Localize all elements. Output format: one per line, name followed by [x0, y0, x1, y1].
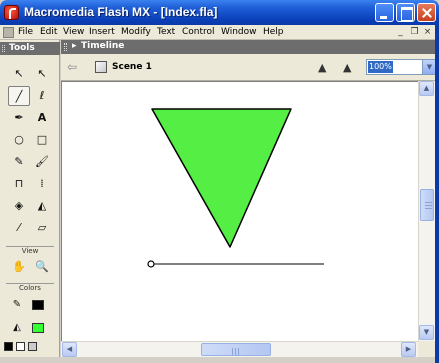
stroke-color-swatch[interactable] — [32, 300, 44, 310]
zoom-tool[interactable]: 🔍 — [31, 257, 53, 277]
scroll-down-button[interactable]: ▼ — [419, 325, 434, 340]
tools-panel: Tools ↖ ↖ ╱ ℓ ✒ A ○ □ ✎ 🖌 ⊓ ⁞ ◈ ◭ ⁄ ▱ Vi… — [0, 40, 60, 363]
menu-modify[interactable]: Modify — [121, 27, 151, 37]
document-icon[interactable] — [3, 27, 14, 38]
expand-arrow-icon[interactable]: ▸ — [72, 41, 77, 51]
pen-tool[interactable]: ✒ — [8, 108, 30, 128]
menu-file[interactable]: File — [18, 27, 33, 37]
doc-minimize-button[interactable]: _ — [396, 27, 405, 37]
doc-close-button[interactable]: × — [423, 27, 432, 37]
scroll-left-button[interactable]: ◀ — [62, 342, 77, 357]
vertical-scroll-thumb[interactable] — [420, 189, 434, 221]
flash-app-icon[interactable] — [4, 5, 19, 20]
stage-canvas[interactable] — [62, 82, 418, 341]
text-tool[interactable]: A — [31, 108, 53, 128]
lasso-tool[interactable]: ℓ — [31, 86, 53, 106]
timeline-panel-header[interactable]: ▸ Timeline — [61, 40, 439, 54]
grip-line — [235, 348, 236, 355]
stage[interactable] — [61, 81, 418, 341]
rectangle-tool[interactable]: □ — [31, 130, 53, 150]
scrollbar-corner — [418, 341, 435, 357]
menu-view[interactable]: View — [63, 27, 84, 37]
menu-window[interactable]: Window — [221, 27, 257, 37]
swap-colors-icon[interactable] — [28, 342, 37, 351]
fill-color-swatch[interactable] — [32, 323, 44, 333]
grip-line — [425, 202, 432, 203]
menu-edit[interactable]: Edit — [40, 27, 57, 37]
paint-bucket-tool[interactable]: ◭ — [31, 196, 53, 216]
menu-control[interactable]: Control — [182, 27, 215, 37]
brush-tool[interactable]: 🖌 — [31, 152, 53, 172]
oval-tool[interactable]: ○ — [8, 130, 30, 150]
minimize-button[interactable] — [375, 3, 394, 22]
edit-symbols-icon[interactable]: ▲ — [318, 61, 336, 75]
vertical-scrollbar[interactable]: ▲ ▼ — [418, 81, 435, 341]
line-tool[interactable]: ╱ — [8, 86, 30, 106]
grip-line — [425, 208, 432, 209]
window-title-bar[interactable]: Macromedia Flash MX - [Index.fla] — [0, 0, 439, 25]
eyedropper-tool[interactable]: ⁄ — [8, 218, 30, 238]
panel-grip-icon[interactable] — [2, 45, 5, 52]
fill-transform-tool[interactable]: ⁞ — [31, 174, 53, 194]
green-triangle-shape[interactable] — [151, 108, 292, 248]
edit-scene-icon[interactable]: ▲ — [343, 61, 361, 75]
arrow-tool[interactable]: ↖ — [8, 64, 30, 84]
scene-label[interactable]: Scene 1 — [112, 62, 152, 72]
stroke-pencil-icon: ✎ — [12, 299, 22, 310]
maximize-button[interactable] — [396, 3, 415, 22]
hand-tool[interactable]: ✋ — [8, 257, 30, 277]
grip-line — [425, 205, 432, 206]
tools-panel-header[interactable]: Tools — [0, 42, 60, 55]
colors-section-label: Colors — [6, 283, 54, 292]
back-arrow-icon[interactable]: ⇦ — [67, 60, 81, 74]
menu-text[interactable]: Text — [157, 27, 175, 37]
scroll-right-button[interactable]: ▶ — [401, 342, 416, 357]
free-transform-tool[interactable]: ⊓ — [8, 174, 30, 194]
grip-line — [238, 348, 239, 355]
pencil-tool[interactable]: ✎ — [8, 152, 30, 172]
scene-icon — [95, 61, 107, 73]
tools-panel-title: Tools — [9, 43, 35, 53]
scroll-up-button[interactable]: ▲ — [419, 81, 434, 96]
no-color-icon[interactable] — [16, 342, 25, 351]
view-section-label: View — [6, 246, 54, 255]
panel-grip-icon[interactable] — [64, 43, 67, 51]
horizontal-scroll-thumb[interactable] — [201, 343, 271, 356]
close-button[interactable] — [417, 3, 436, 22]
window-bottom-border — [0, 357, 439, 363]
line-endpoint-handle[interactable] — [147, 260, 155, 268]
window-title: Macromedia Flash MX - [Index.fla] — [24, 5, 218, 19]
chevron-down-icon[interactable]: ▼ — [422, 60, 436, 74]
horizontal-scrollbar[interactable]: ◀ ▶ — [61, 341, 418, 357]
menu-help[interactable]: Help — [263, 27, 284, 37]
zoom-select[interactable]: 100% ▼ — [366, 59, 437, 75]
timeline-title: Timeline — [81, 41, 125, 51]
ink-bottle-tool[interactable]: ◈ — [8, 196, 30, 216]
zoom-value[interactable]: 100% — [368, 61, 393, 73]
doc-restore-button[interactable]: ❐ — [410, 27, 419, 37]
menu-bar: File Edit View Insert Modify Text Contro… — [0, 25, 439, 40]
subselect-tool[interactable]: ↖ — [31, 64, 53, 84]
menu-insert[interactable]: Insert — [89, 27, 115, 37]
fill-bucket-icon: ◭ — [13, 322, 21, 333]
eraser-tool[interactable]: ▱ — [31, 218, 53, 238]
default-colors-icon[interactable] — [4, 342, 13, 351]
edit-bar: ⇦ Scene 1 ▲ ▲ 100% ▼ — [61, 54, 439, 81]
window-right-border — [435, 25, 439, 363]
grip-line — [232, 348, 233, 355]
